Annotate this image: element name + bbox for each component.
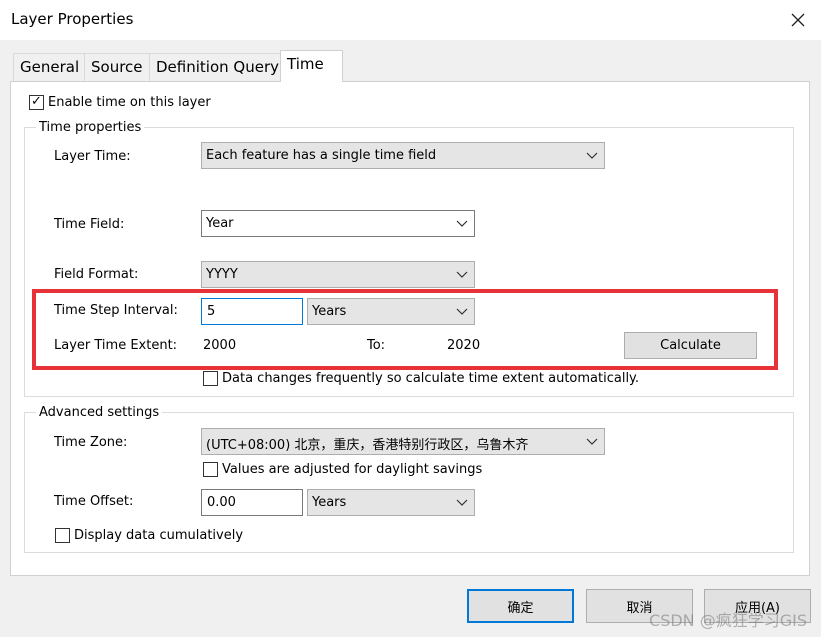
cumulative-checkbox[interactable]	[55, 528, 70, 543]
window-title: Layer Properties	[11, 10, 134, 28]
field-format-label: Field Format:	[54, 267, 139, 282]
tab-definition-query[interactable]: Definition Query	[149, 53, 286, 81]
offset-unit-dropdown[interactable]: Years	[307, 489, 475, 516]
time-offset-input[interactable]: 0.00	[201, 489, 303, 516]
time-field-dropdown[interactable]: Year	[201, 210, 475, 237]
time-zone-label: Time Zone:	[54, 435, 128, 450]
watermark: CSDN @疯狂学习GIS	[649, 611, 807, 630]
chevron-down-icon	[586, 438, 598, 445]
daylight-label: Values are adjusted for daylight savings	[222, 462, 483, 477]
cumulative-label: Display data cumulatively	[74, 528, 244, 543]
advanced-settings-label: Advanced settings	[36, 405, 163, 420]
close-icon	[791, 13, 805, 27]
tab-general[interactable]: General	[13, 53, 87, 81]
offset-unit-value: Years	[312, 495, 347, 510]
time-offset-value: 0.00	[207, 495, 236, 510]
chevron-down-icon	[456, 271, 468, 278]
step-interval-label: Time Step Interval:	[54, 303, 178, 318]
extent-from-value: 2000	[203, 338, 237, 353]
step-unit-value: Years	[312, 304, 347, 319]
auto-calculate-label: Data changes frequently so calculate tim…	[222, 371, 640, 386]
layer-time-dropdown[interactable]: Each feature has a single time field	[201, 142, 605, 169]
checkmark-icon: ✓	[31, 94, 42, 109]
step-interval-input[interactable]: 5	[201, 298, 303, 325]
time-offset-label: Time Offset:	[54, 494, 134, 509]
title-bar: Layer Properties	[0, 0, 821, 40]
chevron-down-icon	[456, 308, 468, 315]
time-zone-value: (UTC+08:00) 北京，重庆，香港特别行政区，乌鲁木齐	[206, 438, 529, 453]
calculate-label: Calculate	[660, 338, 721, 353]
tab-time[interactable]: Time	[280, 50, 343, 82]
time-properties-label: Time properties	[36, 120, 145, 135]
tab-source[interactable]: Source	[84, 53, 150, 81]
time-field-value: Year	[206, 216, 234, 231]
ok-button[interactable]: 确定	[467, 589, 574, 623]
step-unit-dropdown[interactable]: Years	[307, 298, 475, 325]
calculate-button[interactable]: Calculate	[624, 332, 757, 359]
auto-calculate-checkbox[interactable]	[203, 371, 218, 386]
daylight-checkbox[interactable]	[203, 462, 218, 477]
extent-to-label: To:	[367, 338, 386, 353]
time-tab-panel: ✓ Enable time on this layer Time propert…	[10, 81, 810, 576]
chevron-down-icon	[456, 499, 468, 506]
time-field-label: Time Field:	[54, 217, 125, 232]
field-format-dropdown[interactable]: YYYY	[201, 261, 475, 288]
field-format-value: YYYY	[206, 267, 238, 282]
enable-time-checkbox[interactable]: ✓	[29, 94, 44, 110]
layer-time-label: Layer Time:	[54, 149, 131, 164]
step-interval-value: 5	[207, 304, 216, 319]
ok-label: 确定	[507, 600, 534, 616]
extent-label: Layer Time Extent:	[54, 338, 178, 353]
layer-time-value: Each feature has a single time field	[206, 148, 437, 163]
chevron-down-icon	[456, 220, 468, 227]
extent-to-value: 2020	[447, 338, 481, 353]
enable-time-label: Enable time on this layer	[48, 95, 211, 110]
chevron-down-icon	[586, 152, 598, 159]
time-zone-dropdown[interactable]: (UTC+08:00) 北京，重庆，香港特别行政区，乌鲁木齐	[201, 428, 605, 455]
close-button[interactable]	[775, 0, 821, 40]
